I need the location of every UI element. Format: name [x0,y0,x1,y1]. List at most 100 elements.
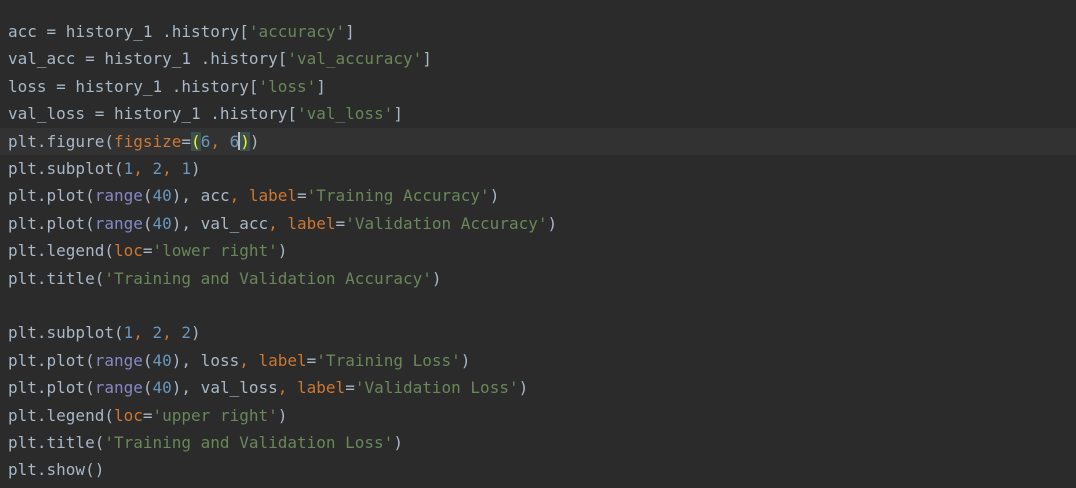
code-token-builtin: range [94,213,143,233]
code-line[interactable] [0,292,1076,319]
code-token-num: 40 [152,350,172,370]
code-token-plain: = [345,378,355,398]
code-token-plain: ), val_loss [171,378,278,398]
code-line[interactable]: plt.plot(range(40), loss, label='Trainin… [0,347,1076,374]
code-token-plain: ) [460,350,471,370]
code-token-plain: ( [142,186,153,206]
code-token-builtin: range [94,350,143,370]
code-token-kw: loc [113,405,143,425]
code-token-plain: ) [249,131,260,151]
code-line[interactable]: plt.plot(range(40), val_loss, label='Val… [0,374,1076,401]
code-line[interactable]: plt.plot(range(40), acc, label='Training… [0,182,1076,209]
code-token-plain: ) [191,159,201,178]
code-token-kw: , [162,159,182,178]
code-line[interactable]: plt.legend(loc='lower right') [0,237,1076,264]
code-token-plain: plt.plot( [8,213,95,233]
code-token-plain: plt.legend( [8,241,114,261]
code-token-num: 2 [152,159,163,178]
code-token-plain: plt.subplot( [8,323,124,343]
code-token-kw: , [277,378,298,398]
code-token-plain: ) [431,268,442,288]
code-line[interactable]: plt.title('Training and Validation Loss'… [0,429,1076,456]
code-line[interactable]: val_loss = history_1 .history['val_loss'… [0,100,1076,127]
code-token-plain: plt.figure( [8,131,114,151]
code-token-plain: ) [518,378,529,398]
code-token-str: 'Training and Validation Accuracy' [104,268,432,288]
code-line[interactable]: acc = history_1 .history['accuracy'] [0,18,1076,45]
code-token-plain: = [306,350,317,370]
code-line[interactable]: plt.subplot(1, 2, 1) [0,155,1076,182]
code-token-plain: = [181,131,192,151]
code-token-plain: plt.plot( [8,186,95,206]
code-token-str: 'val_accuracy' [287,49,423,69]
code-token-plain: = [297,186,307,206]
code-token-plain: = [142,241,153,261]
code-token-plain: ) [277,405,288,425]
code-token-builtin: range [94,378,143,398]
code-token-num: 1 [123,323,134,343]
code-token-kw: label [287,213,336,233]
code-line[interactable]: plt.show() [0,456,1076,483]
code-token-str: 'Training and Validation Loss' [104,433,394,452]
code-token-kw: , [229,186,249,206]
code-token-plain: plt.title( [8,268,105,288]
code-token-plain: ) [277,241,288,261]
code-token-plain: ), val_acc [171,213,269,233]
code-token-plain: ( [142,350,153,370]
code-token-plain: val_acc = history_1 .history[ [8,49,288,69]
code-token-kw: , [210,131,230,151]
code-token-kw: loc [113,241,143,261]
code-token-plain: loss = history_1 .history[ [8,76,259,96]
code-token-plain: ), acc [171,186,230,206]
code-token-plain: ) [191,323,201,343]
code-token-str: 'Training Accuracy' [306,186,490,206]
code-token-kw: figsize [113,131,182,151]
code-token-plain: = [142,405,153,425]
code-token-plain: plt.show() [8,460,105,480]
code-line[interactable]: plt.plot(range(40), val_acc, label='Vali… [0,210,1076,237]
code-token-plain: ), loss [171,350,240,370]
code-token-plain: val_loss = history_1 .history[ [8,104,297,124]
code-line[interactable]: loss = history_1 .history['loss'] [0,73,1076,100]
code-editor[interactable]: acc = history_1 .history['accuracy'] val_… [0,0,1076,488]
code-token-plain: plt.legend( [8,405,114,425]
code-line[interactable]: plt.subplot(1, 2, 2) [0,319,1076,346]
code-token-bracket-hl: ) [240,131,250,151]
code-token-str: 'Training Loss' [316,350,461,370]
code-token-num: 40 [152,213,172,233]
code-token-plain: ( [142,378,153,398]
code-token-str: 'Validation Loss' [354,378,519,398]
code-token-plain: ] [422,49,432,69]
code-token-plain: ] [316,76,326,96]
code-token-kw: , [133,323,153,343]
code-token-plain: plt.plot( [8,378,95,398]
code-token-builtin: range [94,186,143,206]
code-token-plain: ( [142,213,153,233]
code-token-plain: = [335,213,346,233]
code-token-plain: plt.subplot( [8,159,124,178]
code-token-num: 6 [200,131,211,151]
code-token-plain: ) [489,186,500,206]
code-token-kw: , [268,213,288,233]
code-line[interactable]: val_acc = history_1 .history['val_accura… [0,45,1076,72]
code-token-plain: ] [393,104,403,124]
code-token-str: 'Validation Accuracy' [345,213,548,233]
code-token-num: 1 [123,159,134,178]
code-token-str: 'val_loss' [296,104,394,124]
code-line[interactable]: plt.legend(loc='upper right') [0,402,1076,429]
code-token-plain: plt.title( [8,433,105,452]
code-token-num: 40 [152,186,172,206]
code-token-kw: , [162,323,182,343]
code-token-str: 'lower right' [152,241,278,261]
code-token-num: 2 [152,323,163,343]
code-token-plain: ] [345,22,355,41]
code-token-kw: label [258,350,307,370]
code-token-str: 'loss' [258,76,317,96]
code-line-current[interactable]: plt.figure(figsize=(6, 6)) [0,127,1076,155]
code-token-bracket-hl: ( [191,131,201,151]
code-token-kw: label [297,378,346,398]
code-token-num: 1 [181,159,192,178]
code-token-num: 40 [152,378,172,398]
code-line[interactable]: plt.title('Training and Validation Accur… [0,265,1076,292]
code-token-plain: ) [547,213,558,233]
